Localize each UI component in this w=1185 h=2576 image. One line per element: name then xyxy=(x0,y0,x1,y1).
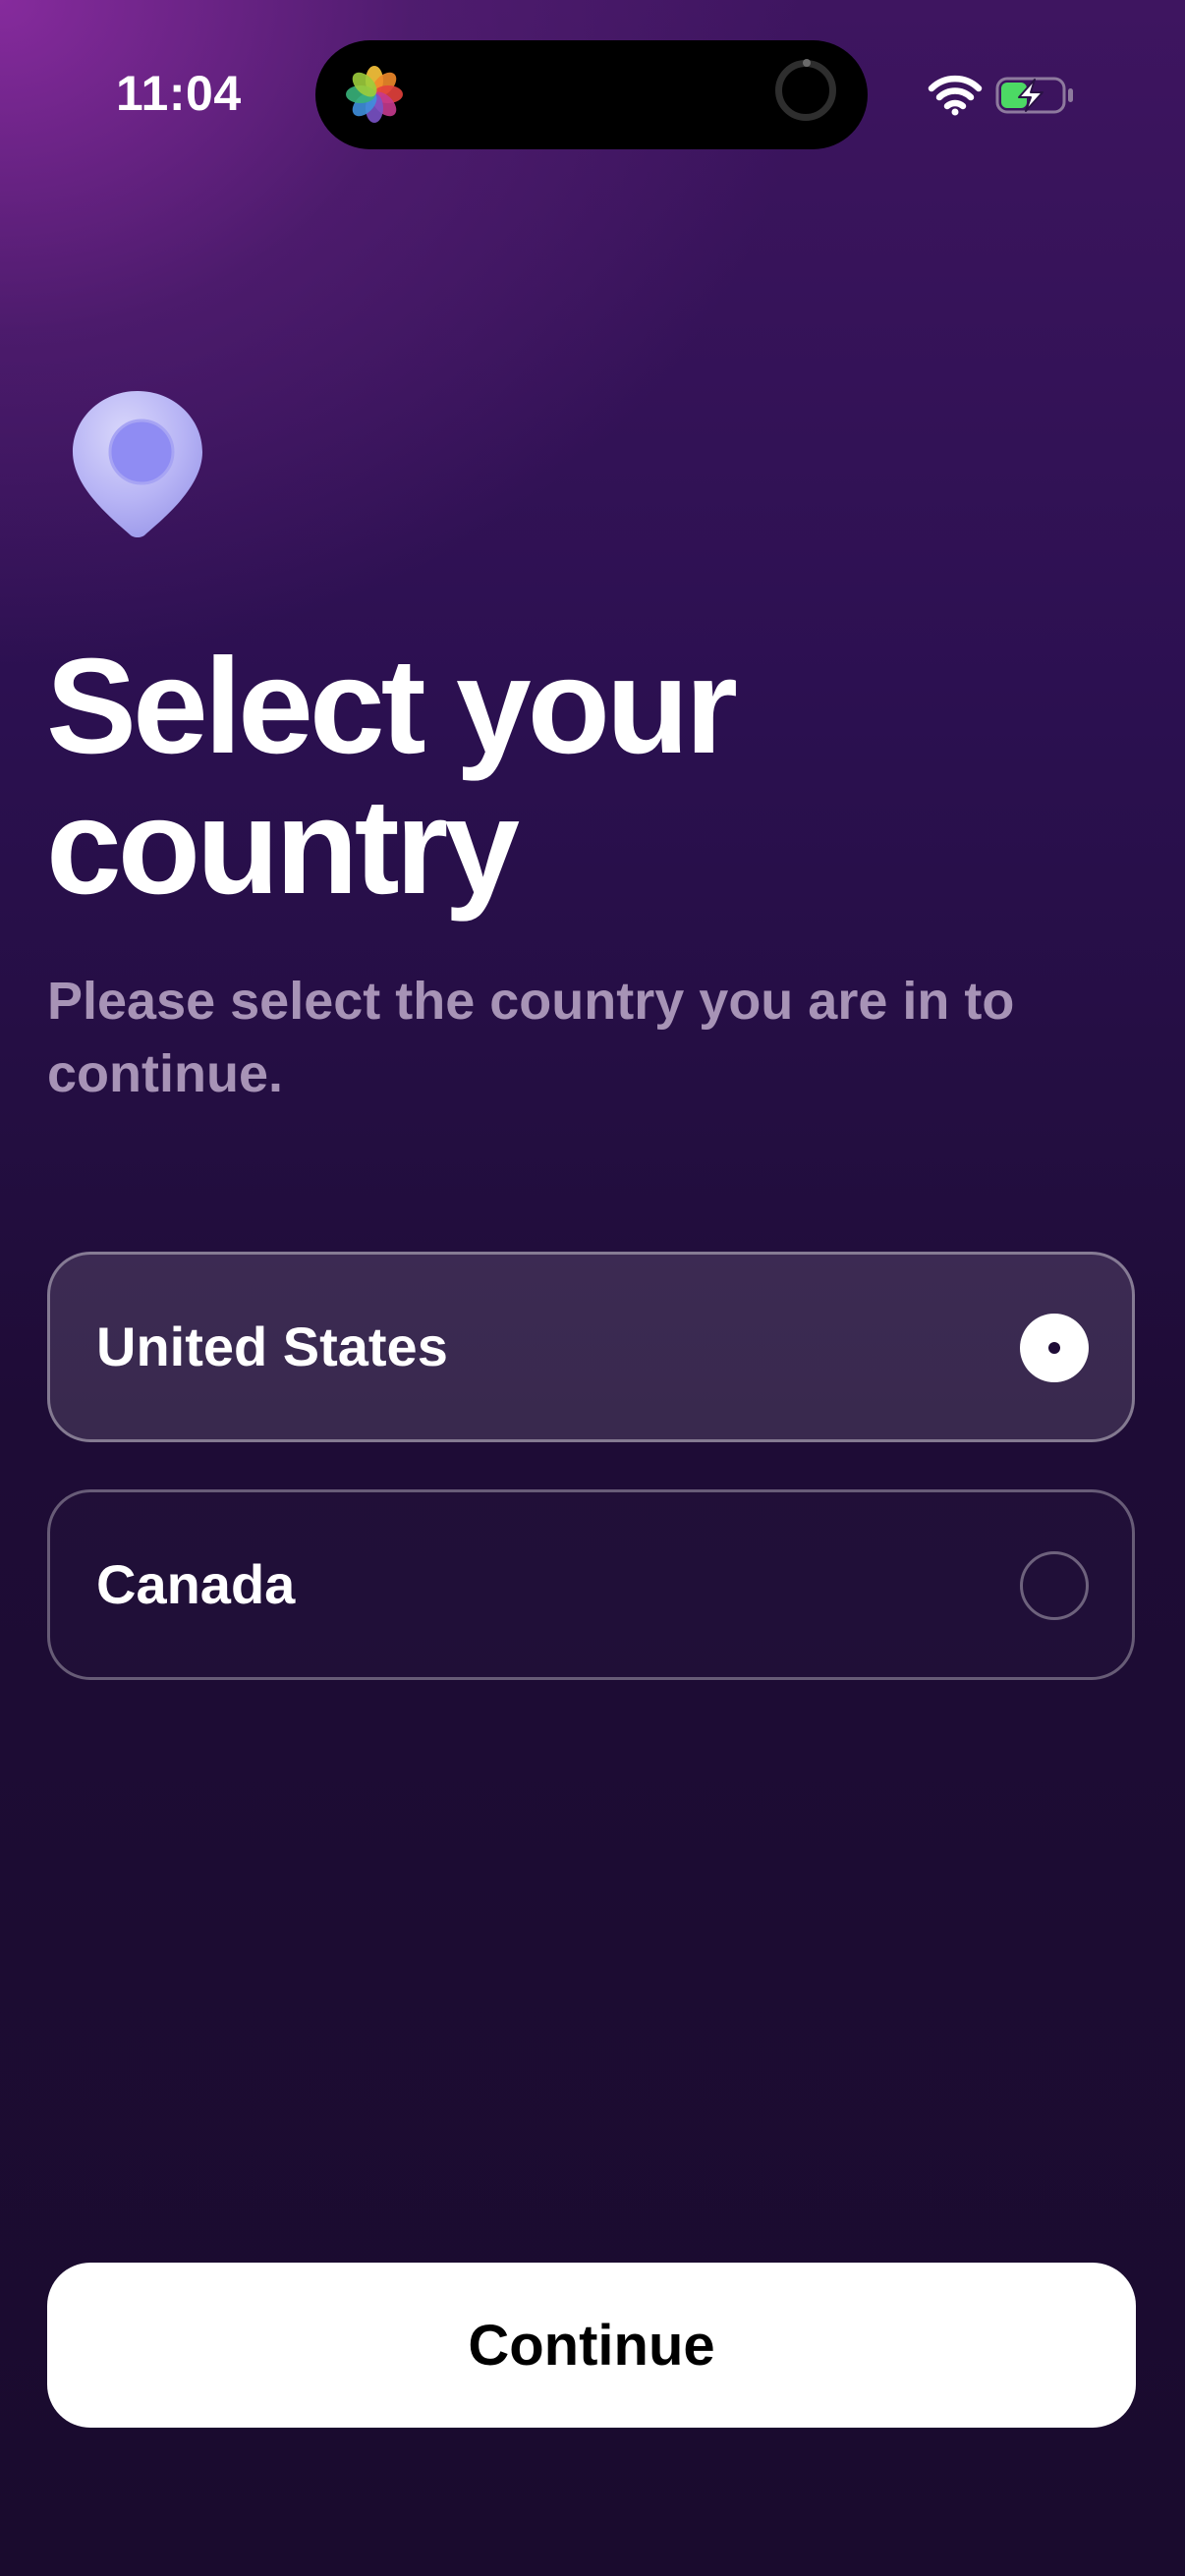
status-time: 11:04 xyxy=(116,66,242,121)
battery-charging-icon xyxy=(995,77,1073,114)
continue-button[interactable]: Continue xyxy=(47,2263,1136,2428)
country-option-canada[interactable]: Canada xyxy=(47,1489,1135,1680)
photos-icon xyxy=(346,66,403,123)
radio-unselected-icon[interactable] xyxy=(1020,1551,1089,1620)
page-title-line-2: country xyxy=(46,771,520,923)
country-option-label: United States xyxy=(96,1316,448,1377)
dynamic-island xyxy=(315,40,868,149)
wifi-icon xyxy=(928,75,983,116)
country-option-label: Canada xyxy=(96,1553,296,1615)
page-subtitle: Please select the country you are in to … xyxy=(47,972,1015,1103)
location-pin-icon xyxy=(73,391,202,537)
country-option-united-states[interactable]: United States xyxy=(47,1252,1135,1442)
page-title-line-1: Select your xyxy=(46,631,738,782)
radio-selected-icon[interactable] xyxy=(1020,1314,1089,1382)
progress-ring-icon xyxy=(775,59,836,121)
page-title: Select your country xyxy=(46,637,1029,918)
continue-button-label: Continue xyxy=(468,2313,715,2378)
